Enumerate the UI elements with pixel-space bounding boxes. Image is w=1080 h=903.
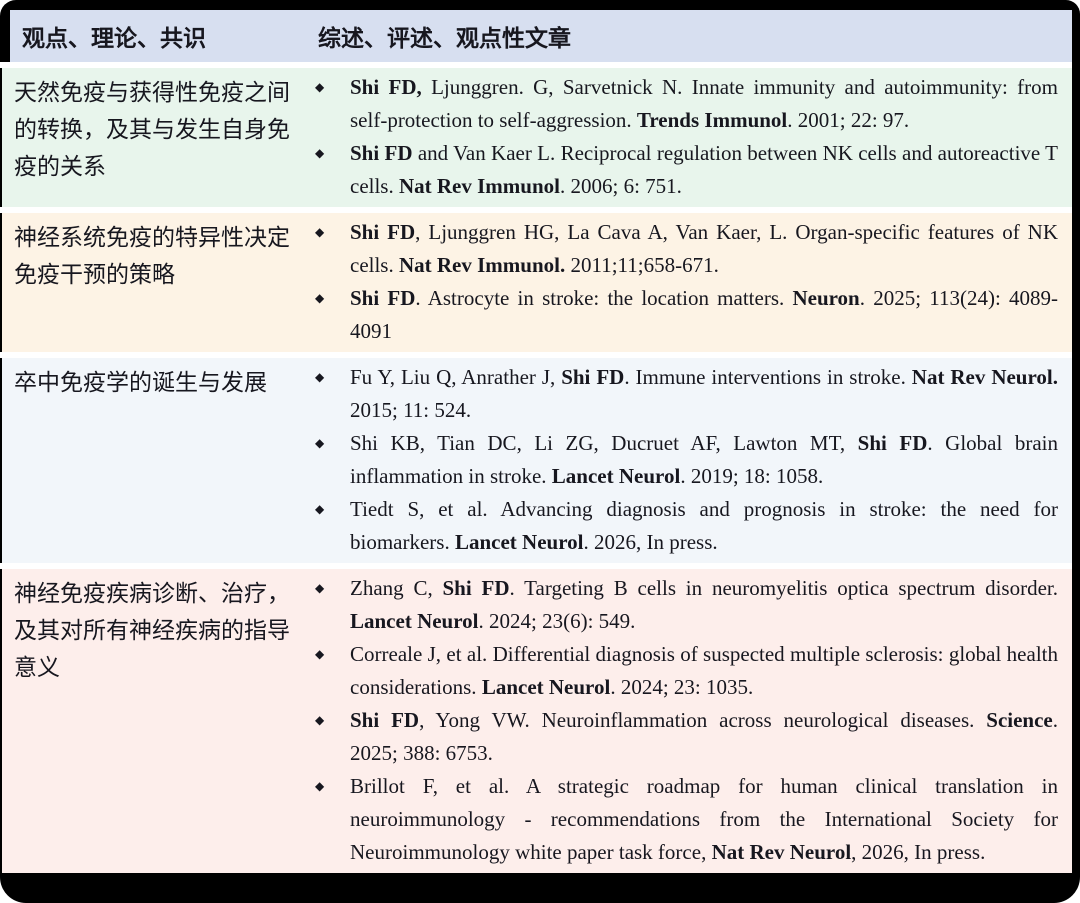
table-row: 天然免疫与获得性免疫之间的转换，及其与发生自身免疫的关系◆Shi FD, Lju… (2, 68, 1072, 207)
table-body: 天然免疫与获得性免疫之间的转换，及其与发生自身免疫的关系◆Shi FD, Lju… (0, 62, 1080, 873)
diamond-bullet-icon: ◆ (302, 638, 350, 704)
reference-item: ◆Shi FD, Yong VW. Neuroinflammation acro… (302, 704, 1058, 770)
table-row: 神经免疫疾病诊断、治疗，及其对所有神经疾病的指导意义◆Zhang C, Shi … (2, 569, 1072, 873)
diamond-bullet-icon: ◆ (302, 572, 350, 638)
reference-item: ◆Fu Y, Liu Q, Anrather J, Shi FD. Immune… (302, 361, 1058, 427)
reference-item: ◆Brillot F, et al. A strategic roadmap f… (302, 770, 1058, 869)
table-content: 观点、理论、共识 综述、评述、观点性文章 天然免疫与获得性免疫之间的转换，及其与… (0, 10, 1080, 873)
reference-item: ◆Shi FD, Ljunggren. G, Sarvetnick N. Inn… (302, 71, 1058, 137)
diamond-bullet-icon: ◆ (302, 770, 350, 869)
references-cell: ◆Zhang C, Shi FD. Targeting B cells in n… (302, 569, 1072, 873)
reference-item: ◆Shi FD and Van Kaer L. Reciprocal regul… (302, 137, 1058, 203)
diamond-bullet-icon: ◆ (302, 704, 350, 770)
topic-cell: 神经免疫疾病诊断、治疗，及其对所有神经疾病的指导意义 (2, 569, 302, 873)
reference-item: ◆Shi FD. Astrocyte in stroke: the locati… (302, 282, 1058, 348)
table-row: 神经系统免疫的特异性决定免疫干预的策略◆Shi FD, Ljunggren HG… (2, 213, 1072, 352)
references-cell: ◆Shi FD, Ljunggren HG, La Cava A, Van Ka… (302, 213, 1072, 352)
diamond-bullet-icon: ◆ (302, 71, 350, 137)
reference-item: ◆Shi FD, Ljunggren HG, La Cava A, Van Ka… (302, 216, 1058, 282)
reference-text: Fu Y, Liu Q, Anrather J, Shi FD. Immune … (350, 361, 1058, 427)
reference-text: Correale J, et al. Differential diagnosi… (350, 638, 1058, 704)
topic-cell: 天然免疫与获得性免疫之间的转换，及其与发生自身免疫的关系 (2, 68, 302, 207)
reference-table: 观点、理论、共识 综述、评述、观点性文章 天然免疫与获得性免疫之间的转换，及其与… (0, 0, 1080, 903)
reference-text: Brillot F, et al. A strategic roadmap fo… (350, 770, 1058, 869)
topic-cell: 卒中免疫学的诞生与发展 (2, 358, 302, 563)
diamond-bullet-icon: ◆ (302, 427, 350, 493)
diamond-bullet-icon: ◆ (302, 282, 350, 348)
reference-text: Shi FD, Ljunggren HG, La Cava A, Van Kae… (350, 216, 1058, 282)
reference-text: Shi FD and Van Kaer L. Reciprocal regula… (350, 137, 1058, 203)
reference-text: Shi FD, Yong VW. Neuroinflammation acros… (350, 704, 1058, 770)
table-header: 观点、理论、共识 综述、评述、观点性文章 (10, 10, 1072, 62)
reference-item: ◆Correale J, et al. Differential diagnos… (302, 638, 1058, 704)
diamond-bullet-icon: ◆ (302, 493, 350, 559)
diamond-bullet-icon: ◆ (302, 361, 350, 427)
reference-text: Tiedt S, et al. Advancing diagnosis and … (350, 493, 1058, 559)
reference-text: Zhang C, Shi FD. Targeting B cells in ne… (350, 572, 1058, 638)
header-articles-column: 综述、评述、观点性文章 (302, 19, 1072, 53)
reference-text: Shi KB, Tian DC, Li ZG, Ducruet AF, Lawt… (350, 427, 1058, 493)
reference-text: Shi FD. Astrocyte in stroke: the locatio… (350, 282, 1058, 348)
reference-item: ◆Shi KB, Tian DC, Li ZG, Ducruet AF, Law… (302, 427, 1058, 493)
diamond-bullet-icon: ◆ (302, 216, 350, 282)
diamond-bullet-icon: ◆ (302, 137, 350, 203)
references-cell: ◆Shi FD, Ljunggren. G, Sarvetnick N. Inn… (302, 68, 1072, 207)
references-cell: ◆Fu Y, Liu Q, Anrather J, Shi FD. Immune… (302, 358, 1072, 563)
reference-item: ◆Zhang C, Shi FD. Targeting B cells in n… (302, 572, 1058, 638)
table-row: 卒中免疫学的诞生与发展◆Fu Y, Liu Q, Anrather J, Shi… (2, 358, 1072, 563)
header-topic-column: 观点、理论、共识 (10, 19, 302, 53)
topic-cell: 神经系统免疫的特异性决定免疫干预的策略 (2, 213, 302, 352)
reference-item: ◆Tiedt S, et al. Advancing diagnosis and… (302, 493, 1058, 559)
reference-text: Shi FD, Ljunggren. G, Sarvetnick N. Inna… (350, 71, 1058, 137)
